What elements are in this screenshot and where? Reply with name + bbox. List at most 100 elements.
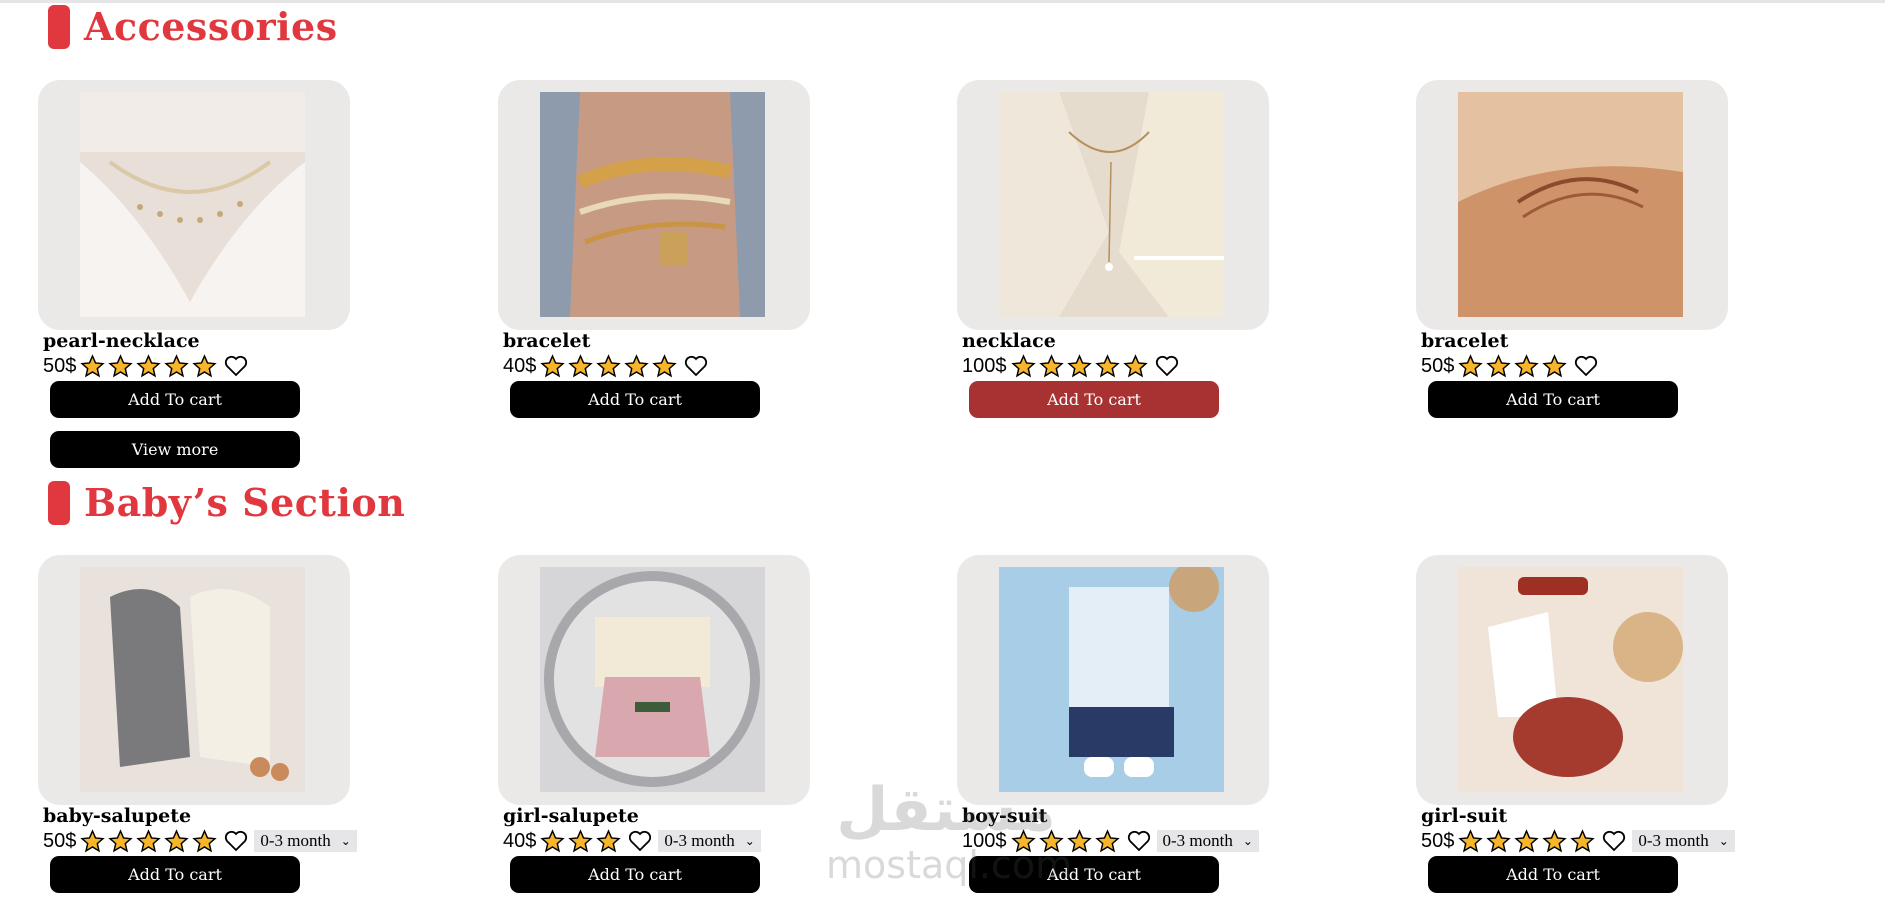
top-border [0, 0, 1885, 3]
section-title-accessories: Accessories [48, 4, 338, 49]
product-image-baby-salupete[interactable] [80, 567, 305, 792]
product-name[interactable]: pearl-necklace [43, 330, 200, 352]
rating-stars [1458, 353, 1570, 379]
product-price: 100$ [962, 354, 1007, 377]
product-meta: 50$ [43, 353, 248, 379]
product-card: bracelet 40$ Add To cart [498, 80, 818, 418]
star-icon [80, 828, 106, 852]
product-image-girl-salupete[interactable] [540, 567, 765, 792]
size-select-value: 0-3 month [260, 831, 331, 850]
heart-icon[interactable] [224, 355, 248, 377]
size-select-value: 0-3 month [1162, 831, 1233, 850]
product-card: boy-suit 100$ 0-3 month ⌄ Add To cart [957, 555, 1277, 893]
star-icon [624, 353, 650, 377]
product-image-frame [957, 80, 1269, 330]
size-select[interactable]: 0-3 month ⌄ [658, 830, 761, 852]
view-more-button[interactable]: View more [50, 431, 300, 468]
product-image-frame [498, 555, 810, 805]
add-to-cart-button[interactable]: Add To cart [510, 381, 760, 418]
star-icon [1038, 353, 1064, 377]
product-price: 50$ [1421, 354, 1455, 377]
size-select[interactable]: 0-3 month ⌄ [1632, 830, 1735, 852]
product-name[interactable]: bracelet [503, 330, 590, 352]
heart-icon[interactable] [1127, 830, 1151, 852]
product-card: girl-salupete 40$ 0-3 month ⌄ Add To cart [498, 555, 818, 893]
section-title-baby: Baby’s Section [48, 480, 405, 525]
heart-icon[interactable] [1155, 355, 1179, 377]
product-image-bracelet[interactable] [540, 92, 765, 317]
product-image-boy-suit[interactable] [999, 567, 1224, 792]
star-icon [1570, 828, 1596, 852]
star-icon [1514, 353, 1540, 377]
product-name[interactable]: girl-salupete [503, 805, 639, 827]
rating-stars [80, 353, 220, 379]
product-name[interactable]: baby-salupete [43, 805, 191, 827]
product-image-pearl-necklace[interactable] [80, 92, 305, 317]
watermark-latin: mostaql.com [826, 843, 1073, 887]
product-name[interactable]: girl-suit [1421, 805, 1507, 827]
watermark-arabic: مستقل [836, 775, 1056, 845]
product-meta: 50$ 0-3 month ⌄ [1421, 828, 1735, 854]
chevron-down-icon: ⌄ [340, 833, 351, 848]
product-meta: 50$ [1421, 353, 1598, 379]
product-price: 50$ [43, 829, 77, 852]
product-image-necklace[interactable] [999, 92, 1224, 317]
product-image-bracelet[interactable] [1458, 92, 1683, 317]
heart-icon[interactable] [684, 355, 708, 377]
star-icon [1066, 353, 1092, 377]
heart-icon[interactable] [1574, 355, 1598, 377]
product-image-frame [957, 555, 1269, 805]
star-icon [1094, 353, 1120, 377]
size-select[interactable]: 0-3 month ⌄ [1156, 830, 1259, 852]
star-icon [136, 353, 162, 377]
product-image-frame [1416, 80, 1728, 330]
add-to-cart-button[interactable]: Add To cart [1428, 856, 1678, 893]
product-image-frame [1416, 555, 1728, 805]
star-icon [136, 828, 162, 852]
size-select[interactable]: 0-3 month ⌄ [254, 830, 357, 852]
product-price: 50$ [43, 354, 77, 377]
star-icon [1458, 828, 1484, 852]
product-meta: 100$ [962, 353, 1179, 378]
heart-icon[interactable] [1602, 830, 1626, 852]
product-meta: 40$ [503, 353, 708, 379]
star-icon [1094, 828, 1120, 852]
heart-icon[interactable] [628, 830, 652, 852]
product-image-frame [38, 555, 350, 805]
star-icon [1486, 353, 1512, 377]
star-icon [1542, 353, 1568, 377]
star-icon [192, 828, 218, 852]
heart-icon[interactable] [224, 830, 248, 852]
add-to-cart-button[interactable]: Add To cart [50, 856, 300, 893]
star-icon [540, 353, 566, 377]
add-to-cart-button[interactable]: Add To cart [1428, 381, 1678, 418]
add-to-cart-button[interactable]: Add To cart [50, 381, 300, 418]
product-card: pearl-necklace 50$ Add To cart View more [38, 80, 358, 468]
rating-stars [80, 828, 220, 854]
star-icon [1542, 828, 1568, 852]
product-image-girl-suit[interactable] [1458, 567, 1683, 792]
product-meta: 40$ 0-3 month ⌄ [503, 828, 761, 853]
watermark-logo: مستقل mostaql.com [826, 775, 1073, 895]
section-marker [48, 4, 70, 49]
product-price: 40$ [503, 354, 537, 377]
product-name[interactable]: bracelet [1421, 330, 1508, 352]
rating-stars [540, 353, 680, 379]
add-to-cart-button[interactable]: Add To cart [969, 381, 1219, 418]
chevron-down-icon: ⌄ [744, 833, 755, 848]
product-name[interactable]: necklace [962, 330, 1056, 352]
product-card: baby-salupete 50$ 0-3 month ⌄ Add To cart [38, 555, 358, 893]
star-icon [1122, 353, 1148, 377]
star-icon [652, 353, 678, 377]
star-icon [596, 828, 622, 852]
size-select-value: 0-3 month [1638, 831, 1709, 850]
product-image-frame [498, 80, 810, 330]
add-to-cart-button[interactable]: Add To cart [510, 856, 760, 893]
section-heading: Accessories [84, 4, 338, 49]
rating-stars [1458, 828, 1598, 854]
star-icon [1010, 353, 1036, 377]
star-icon [596, 353, 622, 377]
star-icon [108, 828, 134, 852]
product-card: girl-suit 50$ 0-3 month ⌄ Add To cart [1416, 555, 1736, 893]
product-price: 40$ [503, 829, 537, 852]
